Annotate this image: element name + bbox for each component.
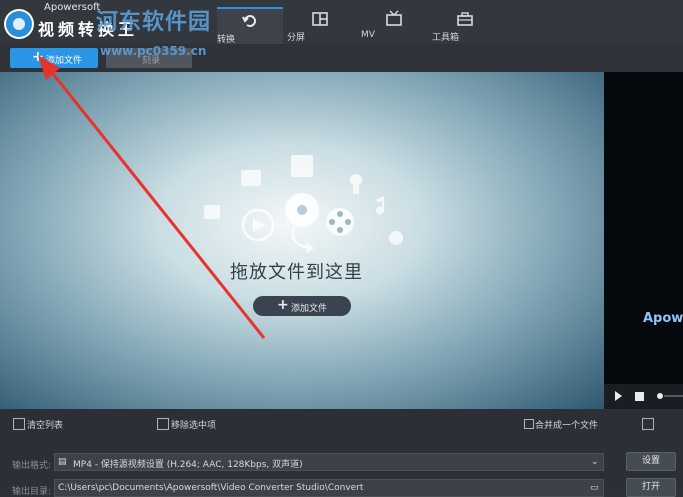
- music-note-icon: [376, 196, 385, 215]
- media-illustration: [204, 155, 403, 254]
- merge-label: 合并成一个文件: [535, 421, 599, 431]
- add-file-label: 添加文件: [46, 56, 83, 66]
- preview-text: Apow: [643, 311, 683, 326]
- output-dir-value: C:\Users\pc\Documents\Apowersoft\Video C…: [58, 483, 364, 493]
- microphone-stand-icon: [353, 184, 359, 194]
- split-screen-icon: [312, 12, 328, 26]
- folder-icon[interactable]: ▭: [590, 483, 599, 493]
- stop-icon[interactable]: [635, 392, 644, 401]
- fullscreen-icon[interactable]: [642, 418, 654, 430]
- merge-checkbox[interactable]: [524, 419, 534, 429]
- tab-split-screen-label: 分屏: [287, 33, 306, 43]
- plus-icon: +: [277, 297, 289, 313]
- tab-split-screen[interactable]: 分屏: [287, 7, 353, 44]
- disc-small-icon: [389, 231, 403, 245]
- refresh-icon: [242, 15, 256, 27]
- preview-panel: [604, 72, 683, 409]
- tab-mv-label: MV: [361, 30, 375, 40]
- drop-hint: 拖放文件到这里: [230, 262, 363, 283]
- watermark-title: 河东软件园: [96, 10, 212, 35]
- clear-list-icon: [13, 418, 25, 430]
- seek-handle[interactable]: [657, 393, 663, 399]
- add-file-button[interactable]: + 添加文件: [10, 48, 98, 68]
- tab-convert[interactable]: 转换: [217, 7, 283, 46]
- clapper-icon: [241, 170, 261, 186]
- output-dir-label: 输出目录:: [12, 487, 52, 497]
- plus-icon: +: [32, 49, 44, 65]
- seek-track[interactable]: [664, 395, 683, 397]
- dropzone-add-file-label: 添加文件: [291, 304, 328, 314]
- output-format-select[interactable]: ▤ MP4 - 保持源视频设置 (H.264; AAC, 128Kbps, 双声…: [54, 453, 604, 471]
- play-icon[interactable]: [615, 391, 622, 401]
- chevron-down-icon: ⌄: [591, 457, 599, 467]
- remove-selected-button[interactable]: 移除选中项: [171, 418, 216, 431]
- settings-button[interactable]: 设置: [626, 452, 676, 471]
- camera-icon: [204, 205, 220, 219]
- tab-toolbox[interactable]: 工具箱: [432, 7, 498, 44]
- remove-selected-icon: [157, 418, 169, 430]
- brand-label: Apowersoft: [44, 2, 101, 13]
- clear-list-button[interactable]: 清空列表: [27, 418, 63, 431]
- dropzone-add-file-button[interactable]: + 添加文件: [253, 296, 351, 316]
- output-format-value: MP4 - 保持源视频设置 (H.264; AAC, 128Kbps, 双声道): [73, 460, 303, 470]
- output-format-label: 输出格式:: [12, 461, 52, 471]
- open-folder-button[interactable]: 打开: [626, 478, 676, 497]
- tab-mv[interactable]: MV: [361, 7, 427, 44]
- toolbox-icon: [457, 12, 473, 26]
- output-dir-field[interactable]: C:\Users\pc\Documents\Apowersoft\Video C…: [54, 479, 604, 497]
- film-icon: [291, 155, 313, 177]
- tab-toolbox-label: 工具箱: [432, 33, 460, 43]
- video-format-icon: ▤: [58, 457, 67, 467]
- watermark-url: www.pc0359.cn: [100, 44, 207, 58]
- tv-icon: [386, 10, 402, 26]
- app-logo-icon: [6, 11, 32, 37]
